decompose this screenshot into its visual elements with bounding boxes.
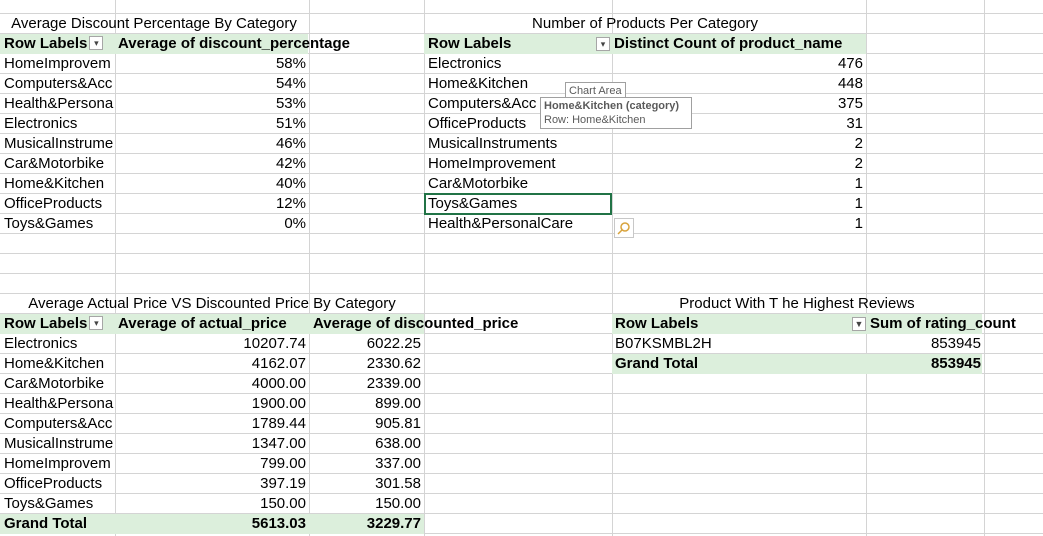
prices-category-cell[interactable]: MusicalInstrume bbox=[4, 434, 114, 454]
discount-row-labels-header[interactable]: Row Labels ▾ bbox=[4, 34, 116, 54]
prices-category-cell[interactable]: HomeImprovem bbox=[4, 454, 114, 474]
discount-category-cell[interactable]: Computers&Acc bbox=[4, 74, 114, 94]
prices-discounted-cell[interactable]: 150.00 bbox=[310, 494, 421, 514]
prices-discounted-cell[interactable]: 2330.62 bbox=[310, 354, 421, 374]
products-category-cell[interactable]: Electronics bbox=[428, 54, 608, 74]
discount-value-header[interactable]: Average of discount_percentage bbox=[118, 34, 350, 54]
prices-actual-cell[interactable]: 4000.00 bbox=[116, 374, 306, 394]
reviews-total-label: Grand Total bbox=[615, 355, 699, 372]
products-count-cell[interactable]: 1 bbox=[614, 174, 863, 194]
products-category-cell[interactable]: MusicalInstruments bbox=[428, 134, 608, 154]
discount-category-cell[interactable]: Home&Kitchen bbox=[4, 174, 114, 194]
products-category-cell[interactable]: Health&PersonalCare bbox=[428, 214, 608, 234]
discount-category-cell[interactable]: Car&Motorbike bbox=[4, 154, 114, 174]
discount-category-cell[interactable]: HomeImprovem bbox=[4, 54, 114, 74]
magnifier-icon[interactable] bbox=[614, 218, 634, 238]
prices-table-title: Average Actual Price VS Discounted Price… bbox=[28, 295, 396, 312]
grand-total-discounted[interactable]: 3229.77 bbox=[310, 514, 421, 534]
products-row-labels-header[interactable]: Row Labels bbox=[428, 34, 612, 54]
discount-value-cell[interactable]: 42% bbox=[116, 154, 306, 174]
discount-category-cell[interactable]: Health&Persona bbox=[4, 94, 114, 114]
prices-category-cell[interactable]: Computers&Acc bbox=[4, 414, 114, 434]
active-cell-selection[interactable] bbox=[424, 193, 612, 215]
discount-category-cell[interactable]: MusicalInstrume bbox=[4, 134, 114, 154]
discount-value-cell[interactable]: 54% bbox=[116, 74, 306, 94]
prices-actual-cell[interactable]: 10207.74 bbox=[116, 334, 306, 354]
prices-discounted-cell[interactable]: 301.58 bbox=[310, 474, 421, 494]
products-value-header[interactable]: Distinct Count of product_name bbox=[614, 34, 842, 54]
tooltip-series-name: Home&Kitchen (category) bbox=[544, 100, 680, 112]
discount-category-cell[interactable]: Toys&Games bbox=[4, 214, 114, 234]
products-count-cell[interactable]: 1 bbox=[614, 214, 863, 234]
dropdown-filter-icon[interactable]: ▾ bbox=[89, 36, 104, 51]
grand-total-actual[interactable]: 5613.03 bbox=[116, 514, 306, 534]
reviews-row-value[interactable]: 853945 bbox=[866, 334, 981, 354]
discount-category-cell[interactable]: Electronics bbox=[4, 114, 114, 134]
reviews-value-header[interactable]: Sum of rating_count bbox=[870, 314, 1016, 334]
discount-value-cell[interactable]: 51% bbox=[116, 114, 306, 134]
reviews-row-label[interactable]: B07KSMBL2H bbox=[615, 334, 712, 354]
prices-category-cell[interactable]: Electronics bbox=[4, 334, 114, 354]
prices-category-cell[interactable]: Toys&Games bbox=[4, 494, 114, 514]
chart-series-tooltip: Home&Kitchen (category) Row: Home&Kitche… bbox=[540, 97, 692, 129]
prices-row-labels-header[interactable]: Row Labels ▾ bbox=[4, 314, 116, 334]
prices-discounted-cell[interactable]: 337.00 bbox=[310, 454, 421, 474]
dropdown-filter-icon[interactable]: ▾ bbox=[89, 316, 104, 331]
prices-actual-cell[interactable]: 1789.44 bbox=[116, 414, 306, 434]
products-category-cell[interactable]: HomeImprovement bbox=[428, 154, 608, 174]
dropdown-filter-icon[interactable]: ▾ bbox=[596, 37, 610, 51]
reviews-table-title: Product With T he Highest Reviews bbox=[679, 295, 915, 312]
prices-actual-cell[interactable]: 397.19 bbox=[116, 474, 306, 494]
discount-value-cell[interactable]: 58% bbox=[116, 54, 306, 74]
discount-value-cell[interactable]: 40% bbox=[116, 174, 306, 194]
discount-value-cell[interactable]: 0% bbox=[116, 214, 306, 234]
tooltip-row-name: Row: Home&Kitchen bbox=[544, 114, 646, 126]
discount-value-cell[interactable]: 12% bbox=[116, 194, 306, 214]
reviews-row-labels-header[interactable]: Row Labels bbox=[615, 314, 698, 334]
grand-total-label: Grand Total bbox=[4, 515, 88, 532]
prices-discounted-cell[interactable]: 2339.00 bbox=[310, 374, 421, 394]
row-labels-text: Row Labels bbox=[428, 35, 512, 52]
products-count-cell[interactable]: 2 bbox=[614, 154, 863, 174]
active-filter-icon[interactable]: ▼ bbox=[852, 317, 866, 331]
prices-discounted-header[interactable]: Average of discounted_price bbox=[313, 314, 518, 334]
prices-discounted-cell[interactable]: 6022.25 bbox=[310, 334, 421, 354]
products-count-cell[interactable]: 2 bbox=[614, 134, 863, 154]
prices-actual-cell[interactable]: 799.00 bbox=[116, 454, 306, 474]
prices-discounted-cell[interactable]: 899.00 bbox=[310, 394, 421, 414]
prices-discounted-cell[interactable]: 638.00 bbox=[310, 434, 421, 454]
products-count-cell[interactable]: 476 bbox=[614, 54, 863, 74]
discount-table-title: Average Discount Percentage By Category bbox=[11, 15, 297, 32]
row-labels-text: Row Labels bbox=[4, 35, 88, 52]
discount-category-cell[interactable]: OfficeProducts bbox=[4, 194, 114, 214]
products-table-title: Number of Products Per Category bbox=[532, 15, 758, 32]
prices-actual-header[interactable]: Average of actual_price bbox=[118, 314, 287, 334]
prices-category-cell[interactable]: Health&Persona bbox=[4, 394, 114, 414]
prices-discounted-cell[interactable]: 905.81 bbox=[310, 414, 421, 434]
prices-category-cell[interactable]: Home&Kitchen bbox=[4, 354, 114, 374]
prices-actual-cell[interactable]: 150.00 bbox=[116, 494, 306, 514]
prices-actual-cell[interactable]: 4162.07 bbox=[116, 354, 306, 374]
row-labels-text: Row Labels bbox=[4, 315, 88, 332]
discount-value-cell[interactable]: 53% bbox=[116, 94, 306, 114]
prices-category-cell[interactable]: Car&Motorbike bbox=[4, 374, 114, 394]
products-count-cell[interactable]: 448 bbox=[614, 74, 863, 94]
products-category-cell[interactable]: Car&Motorbike bbox=[428, 174, 608, 194]
reviews-total-value[interactable]: 853945 bbox=[866, 354, 981, 374]
prices-category-cell[interactable]: OfficeProducts bbox=[4, 474, 114, 494]
products-count-cell[interactable]: 1 bbox=[614, 194, 863, 214]
discount-value-cell[interactable]: 46% bbox=[116, 134, 306, 154]
prices-actual-cell[interactable]: 1347.00 bbox=[116, 434, 306, 454]
prices-actual-cell[interactable]: 1900.00 bbox=[116, 394, 306, 414]
